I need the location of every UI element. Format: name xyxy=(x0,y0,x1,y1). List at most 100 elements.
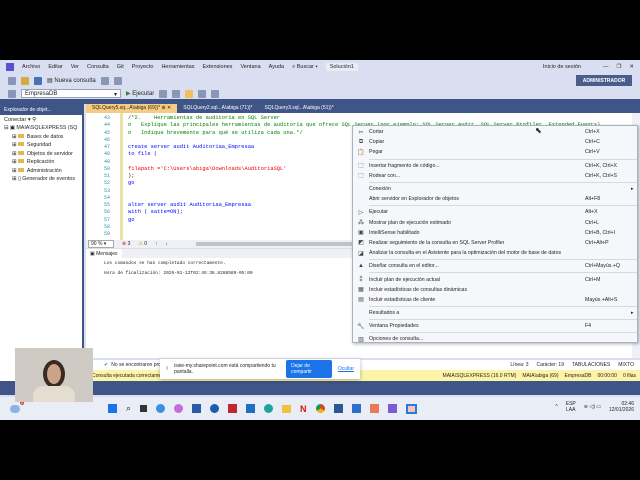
menu-item-label: Incluir estadísticas de cliente xyxy=(369,296,436,303)
menu-git[interactable]: Git xyxy=(117,64,124,70)
context-menu-item[interactable]: ⬚ Insertar fragmento de código... Ctrl+K, … xyxy=(353,161,637,171)
tree-server-objects[interactable]: ⊞ Objetos de servidor xyxy=(4,150,82,160)
context-menu-item[interactable]: ▦ Incluir estadísticas de consultas dinám… xyxy=(353,285,637,295)
context-menu-item[interactable]: Resultados a ▸ xyxy=(353,308,637,318)
store-icon[interactable] xyxy=(192,404,202,413)
tree-security[interactable]: ⊞ Seguridad xyxy=(4,142,82,151)
close-button[interactable]: ✕ xyxy=(629,64,634,70)
back-icon[interactable] xyxy=(8,76,16,85)
minimize-button[interactable]: — xyxy=(603,64,609,70)
context-menu-item[interactable]: Abrir servidor en Explorador de objetos A… xyxy=(353,194,637,204)
edge-icon[interactable] xyxy=(264,404,274,413)
signin-link[interactable]: Inicio de sesión xyxy=(543,64,581,70)
new-query-button[interactable]: ▤ Nueva consulta xyxy=(47,77,96,84)
context-menu-item[interactable]: ⁑ Incluir plan de ejecución actual Ctrl+M xyxy=(353,274,637,284)
menu-editar[interactable]: Editar xyxy=(48,64,62,70)
context-menu-item[interactable]: ⁂ Mostrar plan de ejecución estimado Ctrl+… xyxy=(353,218,637,228)
zoom-select[interactable]: 90 % ▾ xyxy=(88,240,114,248)
menu-item-shortcut: Ctrl+B, Ctrl+I xyxy=(585,229,615,236)
context-menu-item[interactable]: ▲ Diseñar consulta en el editor... Ctrl+Ma… xyxy=(353,261,637,271)
start-icon[interactable] xyxy=(108,404,117,413)
person-head xyxy=(43,360,65,388)
context-menu-item[interactable]: ✂ Cortar Ctrl+X xyxy=(353,127,637,137)
webcam-overlay xyxy=(15,348,93,402)
context-menu-item[interactable]: ⬚ Rodear con... Ctrl+K, Ctrl+S xyxy=(353,171,637,181)
line-number: 57 xyxy=(103,216,110,223)
hp-icon[interactable] xyxy=(210,404,220,413)
parse-icon[interactable] xyxy=(159,89,168,98)
tree-replication[interactable]: ⊞ Replicación xyxy=(4,159,82,168)
save-icon[interactable] xyxy=(34,76,42,85)
screen-share-icon[interactable] xyxy=(405,403,417,414)
explorer-icon[interactable] xyxy=(282,404,292,413)
menu-herramientas[interactable]: Herramientas xyxy=(161,64,194,70)
tab-sqlquery3[interactable]: SQLQuery3.sql...A\abiga (51))* xyxy=(258,104,339,113)
plan-icon[interactable] xyxy=(172,89,181,98)
mcafee-icon[interactable] xyxy=(228,404,238,413)
paint-icon[interactable] xyxy=(369,404,379,413)
tree-xevent-profiler[interactable]: ⊞ ▯ Generador de eventos xyxy=(4,176,82,185)
menu-item-icon: ▥ xyxy=(358,336,364,343)
search-button[interactable]: ⌕ Buscar ▾ xyxy=(292,64,318,71)
menu-proyecto[interactable]: Proyecto xyxy=(132,64,154,70)
drag-handle[interactable]: ‖ xyxy=(166,366,168,372)
outlook-icon[interactable] xyxy=(246,404,256,413)
execute-button[interactable]: ▶ Ejecutar xyxy=(126,90,154,97)
context-menu-item[interactable]: ▥ Opciones de consulta... xyxy=(353,334,637,344)
wifi-sound-battery-icons[interactable]: ≋ ◁) ▭ xyxy=(584,404,601,410)
app-icon[interactable] xyxy=(156,404,166,413)
context-menu-item[interactable]: Conexión ▸ xyxy=(353,184,637,194)
indent-icon[interactable] xyxy=(211,89,220,98)
errors-count[interactable]: ⊗ 3 xyxy=(122,241,130,247)
comment-icon[interactable] xyxy=(198,89,207,98)
context-menu-item[interactable]: 📋 Pegar Ctrl+V xyxy=(353,147,637,157)
tree-management[interactable]: ⊞ Administración xyxy=(4,167,82,177)
context-menu-item[interactable]: ◩ Realizar seguimiento de la consulta en … xyxy=(353,238,637,248)
undo-icon[interactable] xyxy=(100,76,109,85)
tray-date: 12/01/2026 xyxy=(608,407,634,413)
menu-item-icon: ⧉ xyxy=(358,138,364,145)
results-grid-icon[interactable] xyxy=(185,89,194,98)
tray-chevron-icon[interactable]: ^ xyxy=(555,404,557,410)
weather-icon[interactable]: 2 xyxy=(10,399,24,413)
menu-ver[interactable]: Ver xyxy=(71,64,79,70)
taskview-icon[interactable] xyxy=(140,405,148,412)
next-arrow-icon[interactable]: ↓ xyxy=(166,241,169,247)
tab-sqlquery2[interactable]: SQLQuery2.sql...A\abiga (71))* xyxy=(177,104,258,113)
context-menu-item[interactable]: ▣ IntelliSense habilitado Ctrl+B, Ctrl+I xyxy=(353,228,637,238)
context-menu-item[interactable]: ▤ Incluir estadísticas de cliente Mayús.+A… xyxy=(353,295,637,305)
system-tray[interactable]: ^ ESP LAA ≋ ◁) ▭ 02:46 12/01/2026 xyxy=(555,401,634,413)
netflix-icon[interactable]: N xyxy=(300,404,307,414)
open-icon[interactable] xyxy=(21,76,29,85)
connect-button[interactable]: Conectar ▾ ⚲ xyxy=(0,115,82,125)
context-menu-item[interactable]: 🔧 Ventana Propiedades F4 xyxy=(353,321,637,331)
query-status: Consulta ejecutada correctamente. xyxy=(92,372,170,379)
chrome-icon[interactable] xyxy=(315,404,325,413)
hide-link[interactable]: Ocultar xyxy=(338,366,354,372)
menu-ventana[interactable]: Ventana xyxy=(240,64,260,70)
search-icon[interactable]: ⌕ xyxy=(126,403,131,414)
word-icon[interactable] xyxy=(333,404,343,413)
restore-button[interactable]: ❐ xyxy=(616,64,621,70)
menu-extensiones[interactable]: Extensiones xyxy=(202,64,232,70)
copilot-icon[interactable] xyxy=(174,404,184,413)
ssms-icon[interactable] xyxy=(351,404,361,413)
stop-sharing-button[interactable]: Dejar de compartir xyxy=(286,360,332,378)
mouse-cursor-icon: ⬉ xyxy=(535,126,542,135)
context-menu-item[interactable]: ⧉ Copiar Ctrl+C xyxy=(353,137,637,147)
database-select[interactable]: EmpresaDB ▾ xyxy=(21,89,121,98)
tree-databases[interactable]: ⊞ Bases de datos xyxy=(4,133,82,143)
context-menu-item[interactable]: ◪ Analizar la consulta en el Asistente pa… xyxy=(353,248,637,258)
menu-archivo[interactable]: Archivo xyxy=(22,64,40,70)
filter-icon[interactable] xyxy=(8,89,16,98)
tab-sqlquery5[interactable]: SQLQuery5.sq...A\abiga (69))* ⊕ ✕ xyxy=(86,104,178,113)
menu-consulta[interactable]: Consulta xyxy=(87,64,109,70)
tree-server[interactable]: ⊟ ▣ MAIA\SQLEXPRESS (SQ xyxy=(4,125,82,134)
prev-arrow-icon[interactable]: ↑ xyxy=(155,241,158,247)
context-menu-item[interactable]: ▷ Ejecutar Alt+X xyxy=(353,207,637,217)
menu-ayuda[interactable]: Ayuda xyxy=(269,64,285,70)
redo-icon[interactable] xyxy=(113,76,122,85)
menu-item-label: Insertar fragmento de código... xyxy=(369,162,440,169)
warnings-count[interactable]: ⚠ 0 xyxy=(138,241,147,247)
teams-icon[interactable] xyxy=(387,404,397,413)
